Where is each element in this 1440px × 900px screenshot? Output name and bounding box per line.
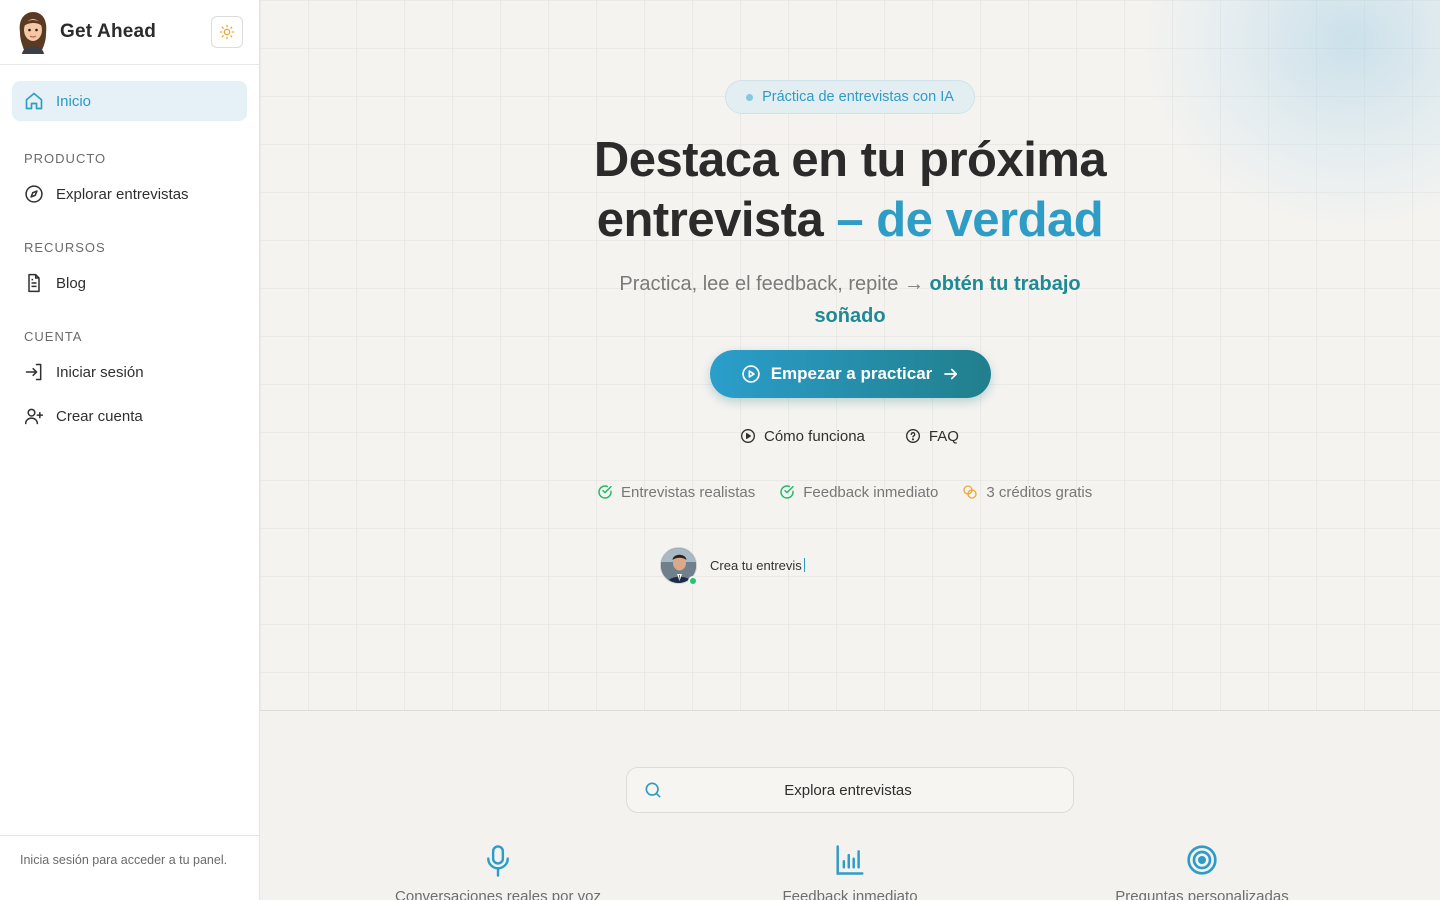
section-label-recursos: RECURSOS bbox=[24, 240, 106, 255]
sidebar: Get Ahead Inicio PRODUCTO Explorar entre… bbox=[0, 0, 260, 900]
text-caret bbox=[803, 558, 805, 572]
typing-text: Crea tu entrevis bbox=[710, 558, 802, 573]
sidebar-item-iniciar-sesion[interactable]: Iniciar sesión bbox=[0, 356, 259, 388]
link-label: FAQ bbox=[928, 427, 959, 445]
how-it-works-link[interactable]: Cómo funciona bbox=[740, 428, 865, 445]
document-icon bbox=[28, 273, 40, 293]
start-practicing-button[interactable]: Empezar a practicar bbox=[710, 350, 991, 398]
link-label: Cómo funciona bbox=[764, 427, 865, 445]
tile-label: Conversaciones reales por voz bbox=[395, 888, 601, 900]
tile-voice: Conversaciones reales por voz bbox=[368, 844, 628, 900]
sun-icon bbox=[219, 24, 235, 40]
feature-realistic: Entrevistas realistas bbox=[597, 484, 755, 501]
feature-label: Feedback inmediato bbox=[803, 483, 939, 501]
section-label-cuenta: CUENTA bbox=[24, 329, 83, 344]
pill-label: Práctica de entrevistas con IA bbox=[762, 89, 954, 105]
sidebar-footer-text: Inicia sesión para acceder a tu panel. bbox=[0, 835, 259, 900]
tile-feedback: Feedback inmediato bbox=[720, 844, 980, 900]
faq-link[interactable]: FAQ bbox=[905, 428, 959, 445]
sidebar-item-explorar[interactable]: Explorar entrevistas bbox=[0, 178, 259, 210]
feature-credits: 3 créditos gratis bbox=[962, 484, 1092, 501]
hero-pill-badge: Práctica de entrevistas con IA bbox=[725, 80, 975, 114]
hero-features: Entrevistas realistas Feedback inmediato… bbox=[597, 481, 1103, 503]
arrow-right-icon bbox=[944, 368, 958, 380]
help-circle-icon bbox=[905, 429, 920, 443]
feature-label: 3 créditos gratis bbox=[986, 483, 1093, 501]
home-icon bbox=[25, 92, 43, 110]
bar-chart-icon bbox=[836, 845, 864, 875]
subline-main: Practica, lee el feedback, repite → bbox=[619, 273, 924, 295]
hero-section: Práctica de entrevistas con IA Destaca e… bbox=[260, 0, 1440, 711]
tile-label: Preguntas personalizadas bbox=[1115, 888, 1289, 900]
sidebar-item-crear-cuenta[interactable]: Crear cuenta bbox=[0, 400, 259, 432]
play-circle-icon bbox=[741, 429, 755, 443]
user-plus-icon bbox=[24, 408, 44, 425]
feature-label: Entrevistas realistas bbox=[621, 483, 756, 501]
compass-icon bbox=[25, 185, 43, 203]
sidebar-item-label: Inicio bbox=[56, 92, 92, 110]
login-icon bbox=[25, 363, 42, 381]
explore-search-bar[interactable]: Explora entrevistas bbox=[626, 767, 1074, 813]
sidebar-item-label: Iniciar sesión bbox=[56, 363, 144, 381]
sidebar-item-label: Crear cuenta bbox=[56, 407, 143, 425]
chat-preview: Crea tu entrevis bbox=[660, 547, 805, 584]
sidebar-item-inicio[interactable]: Inicio bbox=[12, 81, 247, 121]
cta-label: Empezar a practicar bbox=[770, 364, 933, 383]
section-label-producto: PRODUCTO bbox=[24, 151, 107, 166]
search-placeholder: Explora entrevistas bbox=[784, 781, 912, 799]
feature-feedback: Feedback inmediato bbox=[779, 484, 938, 501]
chat-typing-text: Crea tu entrevis bbox=[710, 558, 805, 573]
hero-subline: Practica, lee el feedback, repite → obté… bbox=[590, 268, 1110, 332]
sidebar-item-label: Blog bbox=[56, 274, 87, 292]
sidebar-item-label: Explorar entrevistas bbox=[56, 185, 189, 203]
target-icon bbox=[1187, 845, 1217, 875]
coins-icon bbox=[963, 485, 977, 499]
play-circle-icon bbox=[741, 365, 760, 383]
hero-glow bbox=[1140, 0, 1440, 230]
microphone-icon bbox=[487, 845, 509, 877]
brand-header: Get Ahead bbox=[0, 0, 259, 65]
hero-links: Cómo funciona FAQ bbox=[740, 424, 961, 448]
online-status-dot bbox=[688, 576, 698, 586]
tile-questions: Preguntas personalizadas bbox=[1072, 844, 1332, 900]
check-circle-icon bbox=[598, 485, 612, 499]
tile-label: Feedback inmediato bbox=[782, 888, 918, 900]
hero-headline: Destaca en tu próxima entrevista – de ve… bbox=[550, 130, 1150, 250]
check-circle-icon bbox=[780, 485, 794, 499]
sidebar-item-blog[interactable]: Blog bbox=[0, 267, 259, 299]
brand-name: Get Ahead bbox=[60, 21, 157, 42]
brand-avatar[interactable] bbox=[16, 10, 50, 54]
theme-toggle-button[interactable] bbox=[211, 16, 243, 48]
pill-dot bbox=[746, 93, 754, 101]
search-icon bbox=[645, 782, 661, 798]
headline-accent: – de verdad bbox=[836, 193, 1104, 247]
